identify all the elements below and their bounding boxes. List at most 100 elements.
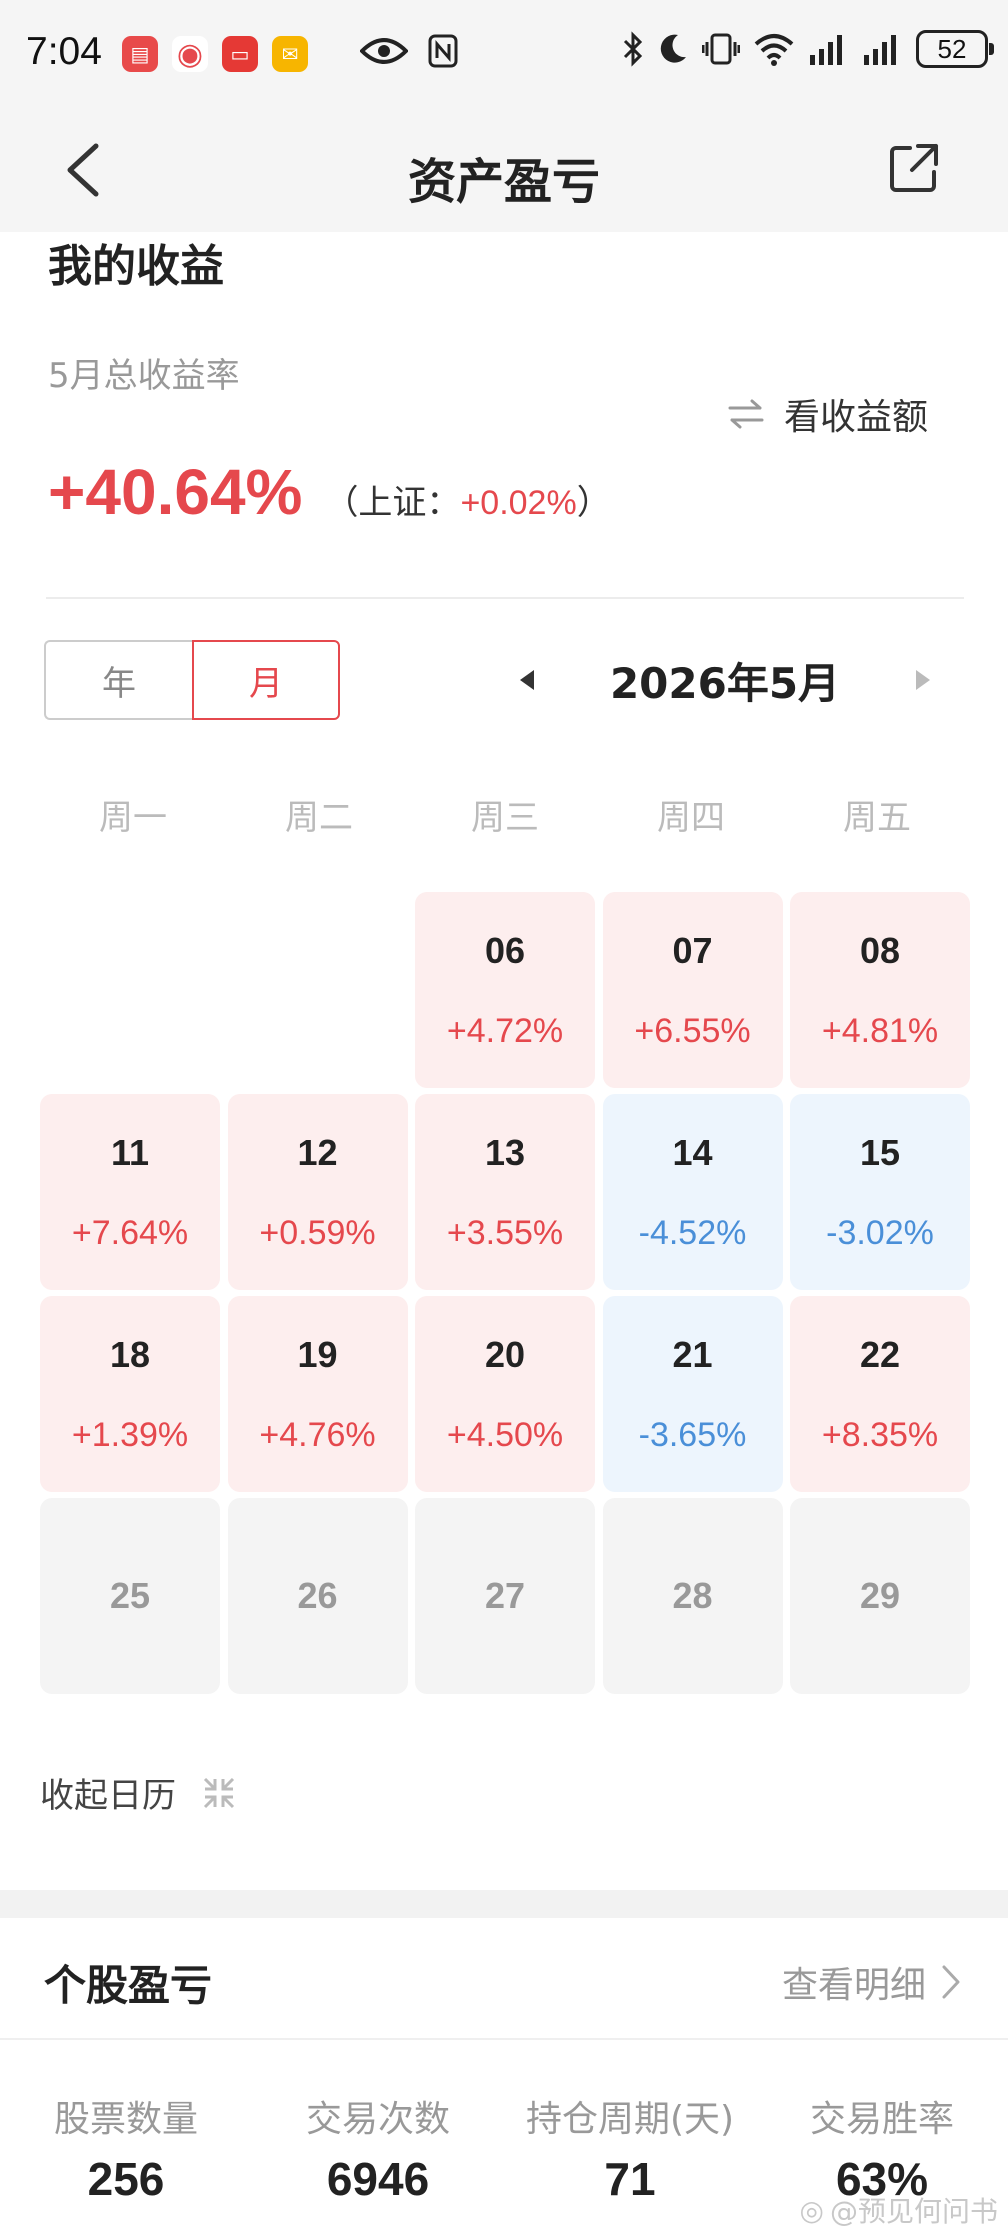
calendar-day-number: 15 [859, 1131, 901, 1173]
swap-arrows-icon [728, 399, 764, 429]
collapse-icon [203, 1777, 235, 1808]
stat-label: 交易胜率 [809, 2099, 954, 2140]
weibo-icon: ◉ [172, 36, 208, 72]
prev-month-icon[interactable] [520, 670, 534, 690]
stat-item: 交易次数 6946 [252, 2090, 504, 2206]
view-details-label: 查看明细 [781, 1965, 926, 2006]
stock-divider [0, 2038, 1008, 2040]
calendar-day-cell[interactable]: 26 [227, 1498, 408, 1694]
calendar-day-number: 22 [859, 1333, 901, 1375]
calendar-day-cell[interactable]: 06 +4.72% [415, 892, 595, 1088]
total-rate-label: 5月总收益率 [48, 356, 240, 396]
month-navigator: 2026年5月 [520, 640, 930, 720]
view-amount-toggle[interactable]: 看收益额 [728, 388, 928, 440]
calendar-day-cell[interactable]: 21 -3.65% [602, 1296, 783, 1492]
calendar-day-number: 21 [672, 1333, 713, 1375]
calendar-day-cell[interactable]: 13 +3.55% [415, 1094, 595, 1290]
status-app-icons: ▤ ◉ ▭ ✉ [122, 36, 308, 72]
stat-label: 交易次数 [305, 2099, 450, 2140]
view-details-link[interactable]: 查看明细 [782, 1956, 962, 2008]
calendar-day-number: 20 [484, 1333, 526, 1375]
period-tabs: 年 月 [44, 640, 340, 720]
earnings-section-title: 我的收益 [48, 241, 224, 292]
current-month-label: 2026年5月 [609, 658, 841, 708]
calendar-day-cell[interactable]: 14 -4.52% [602, 1094, 783, 1290]
stat-value: 71 [604, 2153, 656, 2205]
calendar-day-cell[interactable]: 29 [790, 1498, 970, 1694]
calendar-day-return: +4.81% [821, 1011, 939, 1050]
chevron-right-icon [942, 1965, 960, 1999]
benchmark-ref: （上证：+0.02%） [324, 475, 610, 524]
calendar-day-number: 07 [672, 929, 713, 971]
stat-value: 6946 [326, 2153, 430, 2205]
calendar-day-cell[interactable]: 19 +4.76% [227, 1296, 408, 1492]
calendar-day-return: +4.72% [446, 1011, 564, 1050]
bluetooth-icon [623, 31, 643, 67]
watermark-text: @预见何问书 [829, 2195, 998, 2228]
calendar-grid: 06 +4.72% 07 +6.55% 08 +4.81% 11 +7.64% 12 +0.59%… [40, 892, 970, 1694]
calendar-day-number: 29 [859, 1575, 901, 1616]
stat-item: 持仓周期(天) 71 [504, 2090, 756, 2206]
calendar-day-number: 27 [484, 1575, 526, 1616]
weekday-label: 周四 [657, 798, 725, 838]
calendar-day-return: +4.76% [259, 1415, 376, 1454]
calendar-day-cell[interactable]: 08 +4.81% [790, 892, 970, 1088]
calendar-day-cell[interactable]: 07 +6.55% [602, 892, 783, 1088]
signal-icon [864, 35, 896, 65]
signal-icon [810, 35, 842, 65]
tab-year[interactable]: 年 [44, 640, 192, 720]
calendar-day-return: +8.35% [821, 1415, 939, 1454]
calendar-empty-cell [228, 892, 408, 1088]
video-app-icon: ▭ [222, 36, 258, 72]
calendar-day-return: +1.39% [71, 1415, 189, 1454]
status-indicators-right: 52 [622, 30, 994, 68]
watermark: ◎ @预见何问书 [800, 2190, 998, 2230]
calendar-day-return: -4.52% [638, 1213, 747, 1252]
calendar-day-return: +6.55% [634, 1011, 751, 1050]
tab-month[interactable]: 月 [192, 640, 340, 720]
weibo-watermark-icon: ◎ [799, 2193, 824, 2227]
weekday-label: 周五 [843, 798, 911, 838]
calendar-day-return: +7.64% [71, 1213, 189, 1252]
vibrate-icon [702, 33, 740, 65]
status-bar: 7:04 ▤ ◉ ▭ ✉ 52 [0, 0, 1008, 108]
calendar-day-cell[interactable]: 20 +4.50% [415, 1296, 595, 1492]
stock-pnl-title: 个股盈亏 [44, 1961, 213, 2010]
calendar-day-number: 14 [672, 1131, 713, 1173]
mail-icon: ✉ [272, 36, 308, 72]
calendar-day-return: -3.02% [826, 1213, 934, 1252]
weekday-label: 周一 [99, 798, 167, 838]
battery-indicator: 52 [916, 30, 994, 68]
stock-stats: 股票数量 256 交易次数 6946 持仓周期(天) 71 交易胜率 63% [0, 2090, 1008, 2206]
calendar-day-number: 26 [297, 1575, 338, 1616]
calendar-day-return: +4.50% [446, 1415, 564, 1454]
calendar-day-cell[interactable]: 12 +0.59% [227, 1094, 408, 1290]
calendar-day-number: 19 [297, 1333, 338, 1375]
weekday-header: 周一 周二 周三 周四 周五 [40, 790, 970, 839]
calendar-day-cell[interactable]: 18 +1.39% [40, 1296, 220, 1492]
calendar-day-number: 06 [484, 929, 526, 971]
note-app-icon: ▤ [122, 36, 158, 72]
collapse-calendar-button[interactable]: 收起日历 [40, 1768, 236, 1817]
calendar-day-number: 08 [859, 929, 901, 971]
calendar-day-cell[interactable]: 11 +7.64% [40, 1094, 220, 1290]
wifi-icon [754, 34, 794, 66]
calendar-day-cell[interactable]: 15 -3.02% [790, 1094, 970, 1290]
calendar-day-return: -3.65% [638, 1415, 747, 1454]
calendar-day-cell[interactable]: 27 [415, 1498, 595, 1694]
moon-icon [660, 34, 686, 63]
calendar-day-cell[interactable]: 28 [602, 1498, 783, 1694]
calendar-empty-cell [40, 892, 220, 1088]
total-rate-value: +40.64% [48, 456, 303, 528]
section-divider [46, 597, 964, 599]
stat-label: 持仓周期(天) [525, 2099, 735, 2140]
status-time: 7:04 [26, 30, 102, 73]
calendar-day-number: 12 [297, 1131, 338, 1173]
weekday-label: 周三 [471, 798, 539, 838]
calendar-day-cell[interactable]: 25 [40, 1498, 220, 1694]
next-month-icon[interactable] [916, 670, 930, 690]
calendar-day-cell[interactable]: 22 +8.35% [790, 1296, 970, 1492]
eye-icon [360, 38, 408, 64]
share-icon[interactable] [886, 140, 942, 196]
view-amount-label: 看收益额 [783, 397, 928, 438]
